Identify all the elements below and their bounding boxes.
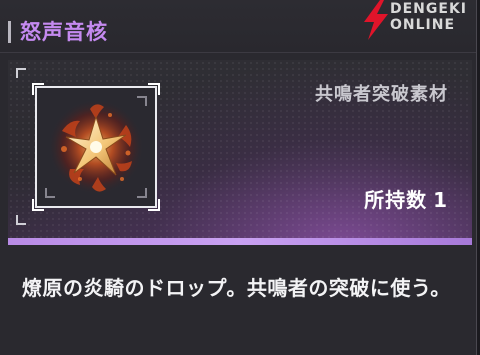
owned-count: 所持数 1 [364, 184, 448, 213]
flame-star-core-icon [48, 99, 144, 195]
owned-label: 所持数 [364, 188, 428, 212]
item-description: 燎原の炎騎のドロップ。共鳴者の突破に使う。 [22, 276, 451, 300]
watermark-line1: DENGEKI [390, 1, 468, 17]
watermark-line2: ONLINE [390, 17, 456, 33]
panel-corner-marker [16, 215, 26, 225]
header-accent-bar [8, 21, 11, 43]
lightning-bolt-icon [364, 0, 388, 40]
item-icon-frame [32, 83, 160, 211]
item-detail-screen: 怒声音核 共鳴者突破素材 所持数 1 燎原の炎騎のドロップ。共鳴者の突破に使う。… [0, 0, 480, 355]
item-detail-card: 怒声音核 共鳴者突破素材 所持数 1 燎原の炎騎のドロップ。共鳴者の突破に使う。 [0, 0, 477, 355]
panel-corner-marker [16, 68, 26, 78]
item-category: 共鳴者突破素材 [315, 84, 448, 105]
rarity-divider-bar [8, 238, 472, 245]
dengeki-online-watermark: DENGEKI ONLINE [360, 0, 480, 40]
owned-value: 1 [433, 188, 448, 212]
description-area: 燎原の炎騎のドロップ。共鳴者の突破に使う。 [8, 245, 472, 355]
item-title: 怒声音核 [20, 20, 108, 44]
